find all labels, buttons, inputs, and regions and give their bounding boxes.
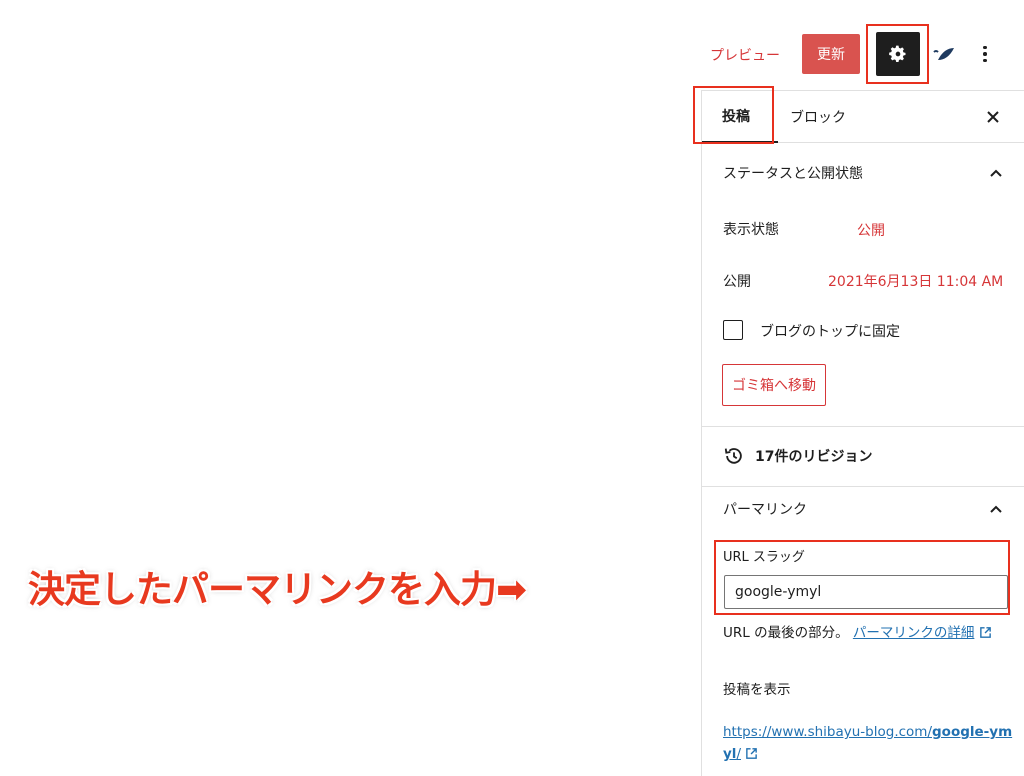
annotation-text: 決定したパーマリンクを入力➡ <box>28 568 527 611</box>
permalink-panel-title: パーマリンク <box>723 502 807 518</box>
status-panel-title: ステータスと公開状態 <box>723 166 863 182</box>
revisions-label: 17件のリビジョン <box>755 449 873 465</box>
tab-block[interactable]: ブロック <box>770 91 870 143</box>
post-url-suffix[interactable]: / <box>736 746 741 762</box>
close-icon <box>987 111 999 123</box>
plugin-leaf-icon <box>933 48 954 60</box>
external-link-icon[interactable] <box>979 626 992 639</box>
gear-icon <box>889 45 906 62</box>
slug-help-text: URL の最後の部分。 パーマリンクの詳細 <box>723 622 1013 644</box>
more-options-button[interactable] <box>972 38 998 70</box>
permalink-details-link[interactable]: パーマリンクの詳細 <box>853 625 975 641</box>
permalink-panel-header[interactable]: パーマリンク <box>702 492 1024 526</box>
chevron-up-icon <box>989 166 1003 180</box>
chevron-up-icon <box>989 502 1003 516</box>
divider <box>702 486 1024 487</box>
url-slug-label: URL スラッグ <box>723 550 805 565</box>
publish-date-value[interactable]: 2021年6月13日 11:04 AM <box>828 271 1003 291</box>
history-icon <box>724 448 742 464</box>
move-to-trash-button[interactable]: ゴミ箱へ移動 <box>722 364 826 406</box>
post-url-prefix[interactable]: https://www.shibayu-blog.com/ <box>723 724 932 740</box>
publish-label: 公開 <box>723 274 751 290</box>
update-button[interactable]: 更新 <box>802 34 860 74</box>
more-vertical-icon <box>983 45 987 50</box>
tab-post[interactable]: 投稿 <box>702 91 778 143</box>
external-link-icon[interactable] <box>745 747 758 760</box>
preview-button[interactable]: プレビュー <box>702 38 788 72</box>
visibility-value[interactable]: 公開 <box>857 220 885 240</box>
revisions-link[interactable]: 17件のリビジョン <box>723 443 872 469</box>
url-slug-input[interactable] <box>724 575 1008 609</box>
divider <box>702 426 1024 427</box>
status-panel-header[interactable]: ステータスと公開状態 <box>702 156 1024 190</box>
sticky-checkbox[interactable] <box>723 320 743 340</box>
view-post-label: 投稿を表示 <box>723 682 791 698</box>
plugin-button[interactable] <box>930 42 958 64</box>
settings-sidebar: 投稿 ブロック ステータスと公開状態 表示状態 公開 公開 2021年6月13日… <box>701 90 1024 776</box>
settings-button[interactable] <box>876 32 920 76</box>
sticky-checkbox-label: ブログのトップに固定 <box>760 324 900 340</box>
visibility-label: 表示状態 <box>723 222 779 238</box>
sidebar-tabs: 投稿 ブロック <box>702 90 1024 143</box>
view-post-link[interactable]: https://www.shibayu-blog.com/google-ymyl… <box>723 721 1013 765</box>
close-sidebar-button[interactable] <box>983 107 1003 127</box>
slug-help-description: URL の最後の部分。 <box>723 625 849 641</box>
